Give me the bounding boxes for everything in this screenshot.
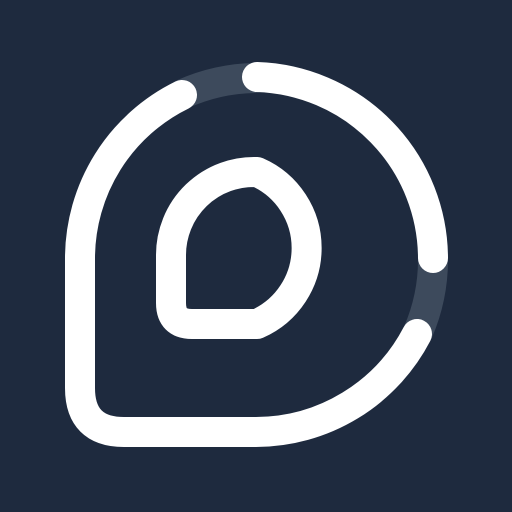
logo-icon <box>0 0 512 512</box>
app-icon <box>0 0 512 512</box>
